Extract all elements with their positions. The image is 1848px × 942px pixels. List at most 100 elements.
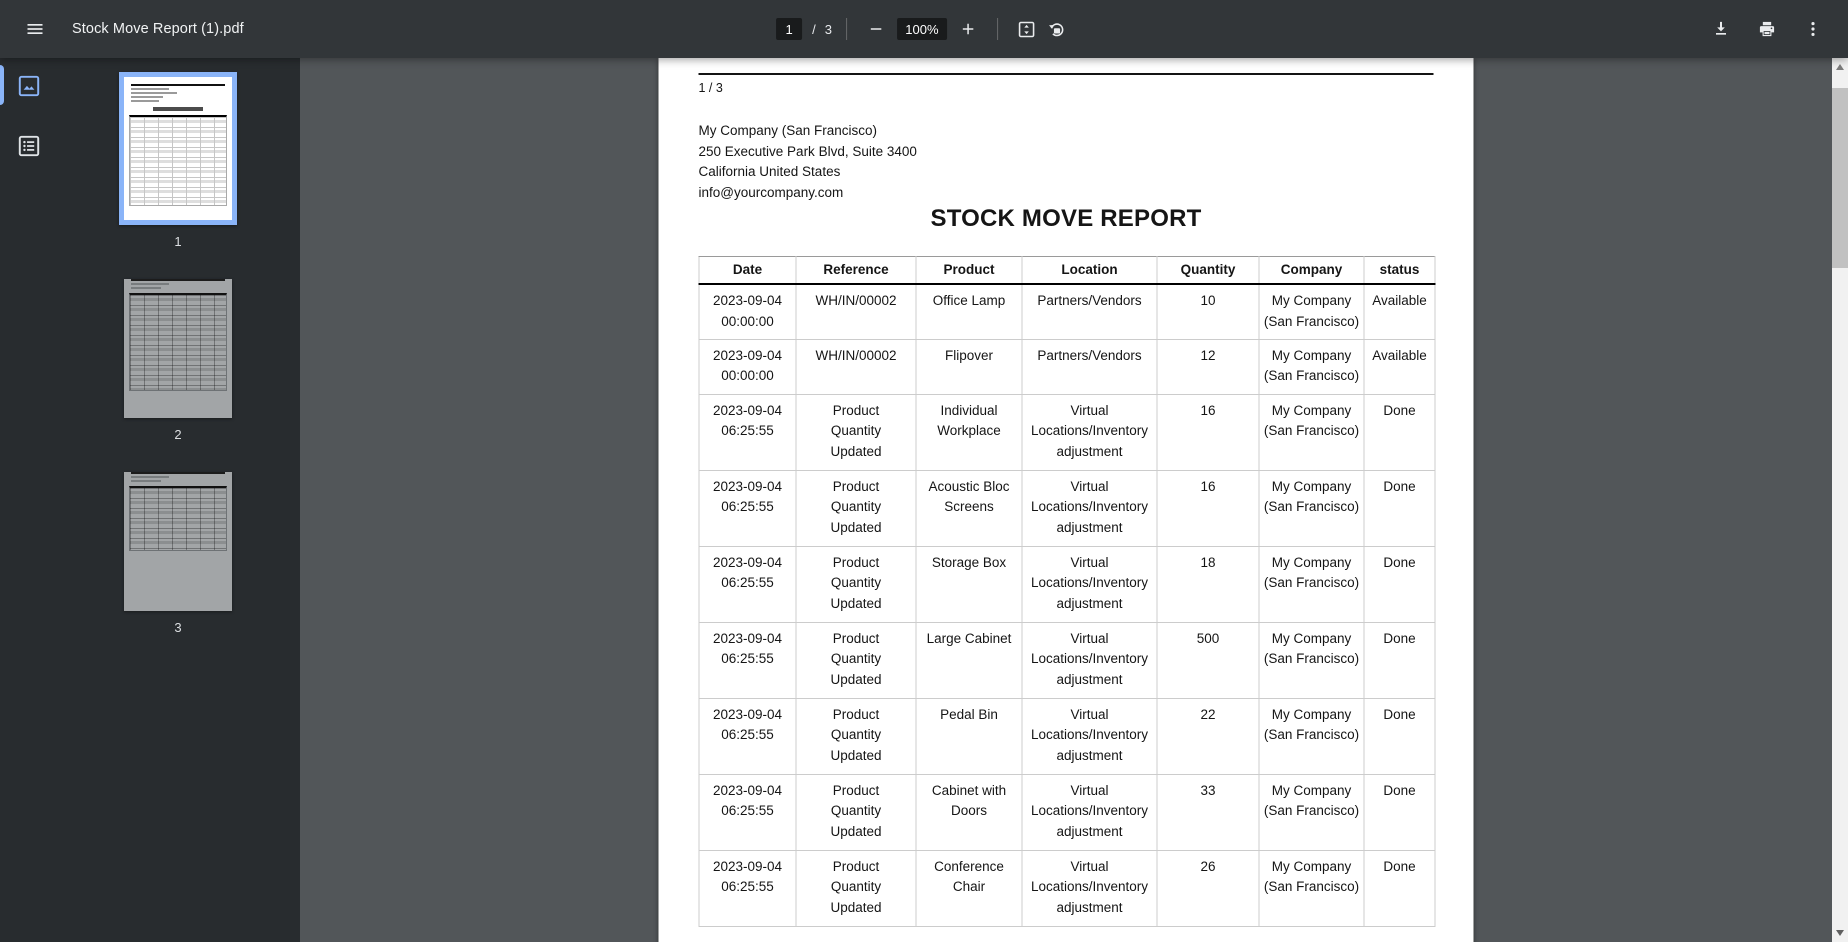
report-table-head-row: Date Reference Product Location Quantity Comp… xyxy=(698,256,1436,285)
table-cell: 33 xyxy=(1156,773,1260,851)
rotate-counterclockwise-button[interactable] xyxy=(1042,14,1072,44)
download-button[interactable] xyxy=(1706,14,1736,44)
document-outline-icon xyxy=(16,133,42,159)
menu-button[interactable] xyxy=(20,14,50,44)
table-cell: 2023-09-04 06:25:55 xyxy=(698,621,797,699)
table-cell: 10 xyxy=(1156,283,1260,340)
table-cell: 18 xyxy=(1156,545,1260,623)
thumbnail-page-number: 2 xyxy=(174,427,182,442)
toolbar-separator xyxy=(845,18,847,40)
page-thumbnail-1[interactable]: 1 xyxy=(119,72,237,249)
table-cell: Done xyxy=(1363,849,1436,927)
scroll-up-button[interactable] xyxy=(1832,59,1848,75)
table-cell: Done xyxy=(1363,545,1436,623)
column-header: Reference xyxy=(795,256,917,285)
fit-to-page-button[interactable] xyxy=(1012,14,1042,44)
page-number-input[interactable] xyxy=(776,18,803,40)
document-title: Stock Move Report (1).pdf xyxy=(72,21,244,37)
table-cell: Conference Chair xyxy=(915,849,1023,927)
report-page-indicator: 1 / 3 xyxy=(698,81,723,95)
more-vertical-icon xyxy=(1803,19,1823,39)
table-cell: WH/IN/00002 xyxy=(795,283,917,340)
table-cell: Individual Workplace xyxy=(915,393,1023,471)
table-cell: My Company (San Francisco) xyxy=(1258,773,1365,851)
report-title: STOCK MOVE REPORT xyxy=(930,205,1202,232)
table-cell: Done xyxy=(1363,697,1436,775)
table-row: 2023-09-04 06:25:55 Product Quantity Upda… xyxy=(698,621,1436,699)
thumbnail-sidebar: 1 2 3 xyxy=(0,58,300,942)
table-row: 2023-09-04 06:25:55 Product Quantity Upda… xyxy=(698,545,1436,623)
thumbnail-page-number: 1 xyxy=(174,234,182,249)
table-cell: Pedal Bin xyxy=(915,697,1023,775)
table-cell: Virtual Locations/Inventory adjustment xyxy=(1021,545,1158,623)
zoom-level-display: 100% xyxy=(896,18,947,40)
scroll-down-icon xyxy=(1836,930,1844,936)
page-zoom-controls: / 3 100% xyxy=(776,14,1072,44)
table-cell: Virtual Locations/Inventory adjustment xyxy=(1021,773,1158,851)
table-cell: Product Quantity Updated xyxy=(795,545,917,623)
table-row: 2023-09-04 06:25:55 Product Quantity Upda… xyxy=(698,469,1436,547)
table-cell: Product Quantity Updated xyxy=(795,849,917,927)
print-button[interactable] xyxy=(1752,14,1782,44)
table-cell: Flipover xyxy=(915,338,1023,395)
company-email: info@yourcompany.com xyxy=(698,184,844,200)
table-cell: 2023-09-04 06:25:55 xyxy=(698,393,797,471)
thumbnail-preview xyxy=(124,279,232,418)
vertical-scrollbar[interactable] xyxy=(1832,58,1848,942)
table-cell: Done xyxy=(1363,773,1436,851)
pdf-toolbar: Stock Move Report (1).pdf / 3 100% xyxy=(0,0,1848,58)
table-cell: 22 xyxy=(1156,697,1260,775)
table-cell: Virtual Locations/Inventory adjustment xyxy=(1021,849,1158,927)
table-row: 2023-09-04 00:00:00 WH/IN/00002 Office Lam… xyxy=(698,283,1436,340)
table-cell: Cabinet with Doors xyxy=(915,773,1023,851)
table-cell: 16 xyxy=(1156,393,1260,471)
zoom-out-button[interactable] xyxy=(861,14,891,44)
table-cell: Done xyxy=(1363,621,1436,699)
table-cell: 12 xyxy=(1156,338,1260,395)
rotate-counterclockwise-icon xyxy=(1046,19,1067,40)
table-cell: 2023-09-04 00:00:00 xyxy=(698,338,797,395)
table-row: 2023-09-04 06:25:55 Product Quantity Upda… xyxy=(698,849,1436,927)
print-icon xyxy=(1757,19,1777,39)
column-header: Company xyxy=(1258,256,1365,285)
company-name: My Company (San Francisco) xyxy=(698,123,878,138)
table-cell: Product Quantity Updated xyxy=(795,621,917,699)
table-cell: Virtual Locations/Inventory adjustment xyxy=(1021,621,1158,699)
report-top-rule xyxy=(698,73,1434,75)
table-cell: 500 xyxy=(1156,621,1260,699)
company-street: 250 Executive Park Blvd, Suite 3400 xyxy=(698,143,917,159)
report-table: Date Reference Product Location Quantity Comp… xyxy=(698,256,1436,927)
table-cell: My Company (San Francisco) xyxy=(1258,849,1365,927)
zoom-in-button[interactable] xyxy=(953,14,983,44)
column-header: Date xyxy=(698,256,797,285)
scroll-down-button[interactable] xyxy=(1832,925,1848,941)
table-row: 2023-09-04 06:25:55 Product Quantity Upda… xyxy=(698,697,1436,775)
table-cell: Available xyxy=(1363,283,1436,340)
table-cell: 2023-09-04 06:25:55 xyxy=(698,469,797,547)
table-cell: 26 xyxy=(1156,849,1260,927)
table-cell: 2023-09-04 06:25:55 xyxy=(698,773,797,851)
table-cell: Large Cabinet xyxy=(915,621,1023,699)
table-row: 2023-09-04 06:25:55 Product Quantity Upda… xyxy=(698,393,1436,471)
company-address-block: My Company (San Francisco) 250 Executive… xyxy=(699,121,1434,203)
table-cell: Product Quantity Updated xyxy=(795,773,917,851)
table-cell: 2023-09-04 06:25:55 xyxy=(698,545,797,623)
thumbnail-list: 1 2 3 xyxy=(56,58,300,942)
table-cell: My Company (San Francisco) xyxy=(1258,697,1365,775)
table-cell: Done xyxy=(1363,469,1436,547)
outline-panel-button[interactable] xyxy=(13,130,45,162)
column-header: Product xyxy=(915,256,1023,285)
more-options-button[interactable] xyxy=(1798,14,1828,44)
company-region: California United States xyxy=(698,164,841,179)
table-cell: Office Lamp xyxy=(915,283,1023,340)
table-cell: Product Quantity Updated xyxy=(795,393,917,471)
minus-icon xyxy=(867,20,885,38)
thumbnails-panel-button[interactable] xyxy=(13,70,45,102)
table-cell: My Company (San Francisco) xyxy=(1258,338,1365,395)
scroll-thumb[interactable] xyxy=(1832,88,1848,268)
fit-to-page-icon xyxy=(1016,19,1037,40)
page-thumbnail-3[interactable]: 3 xyxy=(124,465,232,635)
page-thumbnail-2[interactable]: 2 xyxy=(124,272,232,442)
table-cell: Acoustic Bloc Screens xyxy=(915,469,1023,547)
page-divider: / xyxy=(812,21,816,37)
